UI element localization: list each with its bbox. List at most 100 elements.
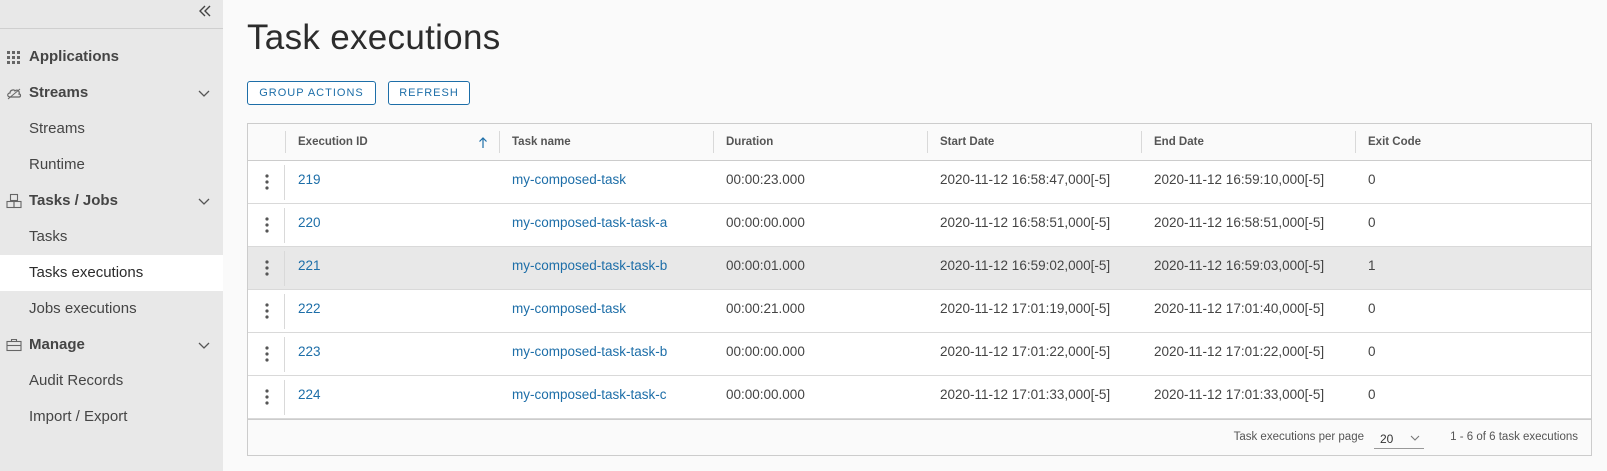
execution-id-link[interactable]: 220 (298, 204, 321, 246)
refresh-button[interactable]: REFRESH (388, 81, 470, 105)
row-divider (284, 165, 285, 200)
column-header-label: End Date (1154, 136, 1204, 148)
sidebar-item-streams[interactable]: Streams (0, 111, 223, 147)
nav-group-label: Streams (29, 84, 89, 101)
task-name-link[interactable]: my-composed-task (512, 161, 626, 203)
nav-group-label: Manage (29, 336, 85, 353)
per-page-label: Task executions per page (1233, 431, 1364, 443)
start-date-cell: 2020-11-12 17:01:22,000[-5] (940, 344, 1111, 359)
table-row[interactable]: 224 my-composed-task-task-c 00:00:00.000… (248, 376, 1591, 419)
sidebar-item-runtime[interactable]: Runtime (0, 147, 223, 183)
chevron-down-icon (198, 198, 210, 205)
column-header-duration[interactable]: Duration (713, 131, 923, 153)
main-content: Task executions GROUP ACTIONS REFRESH Ex… (223, 0, 1607, 471)
column-header-execution-id[interactable]: Execution ID (285, 131, 495, 153)
execution-id-link[interactable]: 222 (298, 290, 321, 332)
execution-id-link[interactable]: 224 (298, 376, 321, 418)
nav-group-applications[interactable]: Applications (0, 39, 223, 75)
start-date-cell: 2020-11-12 16:59:02,000[-5] (940, 258, 1111, 273)
task-name-link[interactable]: my-composed-task-task-b (512, 333, 667, 375)
kebab-icon[interactable] (259, 388, 275, 406)
chevron-down-icon (198, 342, 210, 349)
end-date-cell: 2020-11-12 17:01:22,000[-5] (1154, 344, 1325, 359)
chevron-down-icon (198, 90, 210, 97)
group-actions-button[interactable]: GROUP ACTIONS (247, 81, 376, 105)
duration-cell: 00:00:21.000 (726, 301, 805, 316)
sidebar-item-tasks[interactable]: Tasks (0, 219, 223, 255)
arrow-up-icon[interactable] (478, 137, 488, 149)
column-header-end-date[interactable]: End Date (1141, 131, 1351, 153)
task-name-link[interactable]: my-composed-task (512, 290, 626, 332)
row-divider (284, 337, 285, 372)
column-header-exit-code[interactable]: Exit Code (1355, 131, 1575, 153)
nav-group-tasks-jobs[interactable]: Tasks / Jobs (0, 183, 223, 219)
table-row[interactable]: 223 my-composed-task-task-b 00:00:00.000… (248, 333, 1591, 376)
table-footer: Task executions per page 20 1 - 6 of 6 t… (248, 419, 1591, 455)
task-executions-table: Execution ID Task name Duration Start Da… (247, 123, 1592, 456)
sidebar-item-jobs-executions[interactable]: Jobs executions (0, 291, 223, 327)
table-row[interactable]: 219 my-composed-task 00:00:23.000 2020-1… (248, 161, 1591, 204)
page-title: Task executions (247, 18, 501, 57)
double-chevron-left-icon[interactable] (197, 3, 213, 19)
briefcase-icon (6, 338, 22, 352)
chevron-down-icon (1410, 435, 1420, 441)
execution-id-link[interactable]: 219 (298, 161, 321, 203)
cloud-icon (7, 88, 22, 100)
execution-id-link[interactable]: 221 (298, 247, 321, 289)
row-divider (284, 294, 285, 329)
exit-code-cell: 0 (1368, 172, 1376, 187)
table-row-selected[interactable]: 221 my-composed-task-task-b 00:00:01.000… (248, 247, 1591, 290)
kebab-icon[interactable] (259, 173, 275, 191)
task-name-link[interactable]: my-composed-task-task-a (512, 204, 667, 246)
column-header-label: Exit Code (1368, 136, 1422, 148)
execution-id-link[interactable]: 223 (298, 333, 321, 375)
sidebar-item-label: Streams (29, 120, 85, 137)
end-date-cell: 2020-11-12 16:59:03,000[-5] (1154, 258, 1325, 273)
kebab-icon[interactable] (259, 259, 275, 277)
end-date-cell: 2020-11-12 16:59:10,000[-5] (1154, 172, 1325, 187)
table-row[interactable]: 220 my-composed-task-task-a 00:00:00.000… (248, 204, 1591, 247)
start-date-cell: 2020-11-12 16:58:51,000[-5] (940, 215, 1111, 230)
sidebar-item-label: Runtime (29, 156, 85, 173)
grid-icon (7, 51, 20, 64)
duration-cell: 00:00:01.000 (726, 258, 805, 273)
column-header-label: Start Date (940, 136, 995, 148)
end-date-cell: 2020-11-12 16:58:51,000[-5] (1154, 215, 1325, 230)
sidebar: Applications Streams Streams Runtime Tas… (0, 0, 223, 471)
per-page-select[interactable]: 20 (1374, 429, 1424, 449)
sidebar-item-import-export[interactable]: Import / Export (0, 399, 223, 435)
pagination-range: 1 - 6 of 6 task executions (1450, 431, 1578, 443)
sidebar-item-tasks-executions[interactable]: Tasks executions (0, 255, 223, 291)
column-header-task-name[interactable]: Task name (499, 131, 709, 153)
sidebar-item-label: Jobs executions (29, 300, 137, 317)
sidebar-item-audit-records[interactable]: Audit Records (0, 363, 223, 399)
nav-group-manage[interactable]: Manage (0, 327, 223, 363)
cubes-icon (6, 193, 22, 209)
sidebar-item-label: Tasks executions (29, 264, 144, 281)
task-name-link[interactable]: my-composed-task-task-c (512, 376, 667, 418)
exit-code-cell: 0 (1368, 344, 1376, 359)
column-header-label: Task name (512, 136, 571, 148)
sidebar-item-label: Audit Records (29, 372, 124, 389)
kebab-icon[interactable] (259, 216, 275, 234)
column-header-start-date[interactable]: Start Date (927, 131, 1137, 153)
nav-group-streams[interactable]: Streams (0, 75, 223, 111)
duration-cell: 00:00:00.000 (726, 215, 805, 230)
row-divider (284, 251, 285, 286)
table-row[interactable]: 222 my-composed-task 00:00:21.000 2020-1… (248, 290, 1591, 333)
start-date-cell: 2020-11-12 16:58:47,000[-5] (940, 172, 1111, 187)
kebab-icon[interactable] (259, 345, 275, 363)
exit-code-cell: 0 (1368, 301, 1376, 316)
end-date-cell: 2020-11-12 17:01:40,000[-5] (1154, 301, 1325, 316)
column-header-label: Duration (726, 136, 774, 148)
exit-code-cell: 1 (1368, 258, 1376, 273)
nav-group-label: Applications (29, 48, 120, 65)
kebab-icon[interactable] (259, 302, 275, 320)
duration-cell: 00:00:23.000 (726, 172, 805, 187)
column-header-label: Execution ID (298, 136, 368, 148)
task-name-link[interactable]: my-composed-task-task-b (512, 247, 667, 289)
exit-code-cell: 0 (1368, 387, 1376, 402)
exit-code-cell: 0 (1368, 215, 1376, 230)
sidebar-collapse-row (0, 0, 223, 29)
table-header: Execution ID Task name Duration Start Da… (248, 124, 1591, 161)
